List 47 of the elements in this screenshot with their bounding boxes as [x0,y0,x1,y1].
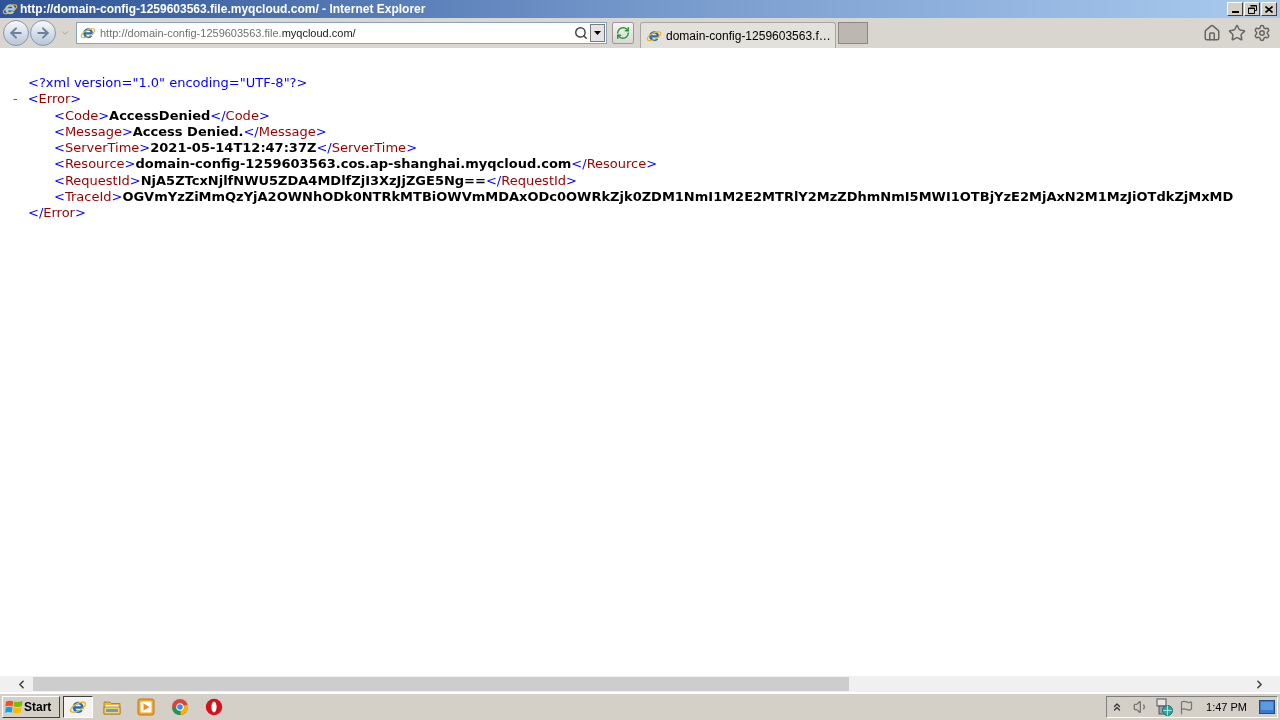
compatibility-button[interactable] [612,22,634,44]
xml-line: <Code>AccessDenied</Code> [54,107,270,124]
xml-declaration: <?xml version="1.0" encoding="UTF-8"?> [28,75,308,92]
home-icon[interactable] [1203,24,1221,42]
caret-icon [594,31,601,35]
address-dropdown-button[interactable] [590,24,605,42]
horizontal-scrollbar[interactable] [0,676,1280,692]
close-button[interactable] [1261,2,1277,16]
clock[interactable]: 1:47 PM [1206,698,1247,716]
xml-line: <RequestId>NjA5ZTcxNjlfNWU5ZDA4MDlfZjI3XzJjZGE5Ng==</RequestId> [54,172,577,189]
e-logo-icon [80,25,96,41]
start-button[interactable]: Start [2,696,60,718]
e-logo-icon [2,1,18,17]
caret-icon [60,28,70,38]
taskbar-button[interactable] [63,696,93,718]
browser-tab[interactable]: domain-config-1259603563.f… [640,22,836,48]
restore-icon [1247,4,1257,14]
xml-line: <TraceId>OGVmYzZiMmQzYjA2OWNhODk0NTRkMTBiOWVmMDAxODc0OWRkZjk0ZDM1NmI1M2E2MTRlY2MzZDhmNmI5MWI1OTBjYzE2MjAxN2M1MzJiOTdkZjMxMD [54,188,1234,205]
close-icon [1265,5,1273,13]
network-icon[interactable] [1155,698,1174,716]
o-logo-icon [205,698,223,716]
flag-icon[interactable] [1179,699,1195,715]
star-icon[interactable] [1228,24,1246,42]
xml-line: <Error> [27,91,82,108]
xml-line: <ServerTime>2021-05-14T12:47:37Z</ServerTime> [54,140,418,157]
xml-line: <Resource>domain-config-1259603563.cos.ap-shanghai.myqcloud.com</Resource> [54,156,658,173]
search-icon[interactable] [574,26,588,40]
xml-line: <Message>Access Denied.</Message> [54,123,327,140]
minimize-button[interactable] [1227,2,1243,16]
windows-flag-icon [5,699,23,715]
xml-line: </Error> [28,205,86,222]
collapse-toggle[interactable]: - [13,91,18,108]
settings-icon[interactable] [1253,24,1271,42]
folder-icon [103,699,121,715]
restore-button[interactable] [1244,2,1260,16]
back-button[interactable] [3,20,29,46]
tab-label: domain-config-1259603563.f… [666,27,831,45]
address-field[interactable]: http://domain-config-1259603563.file.myqcloud.com/ [76,22,607,44]
refresh-icon [616,26,630,40]
segmented-circle-icon [171,698,189,716]
window-title: http://domain-config-1259603563.file.myqcloud.com/ - Internet Explorer [20,1,426,17]
play-icon [137,698,155,716]
show-desktop-icon[interactable] [1259,700,1275,714]
minimize-icon [1231,11,1239,13]
scrollbar-thumb[interactable] [33,677,849,691]
forward-button[interactable] [30,20,56,46]
arrow-right-icon [35,25,51,41]
